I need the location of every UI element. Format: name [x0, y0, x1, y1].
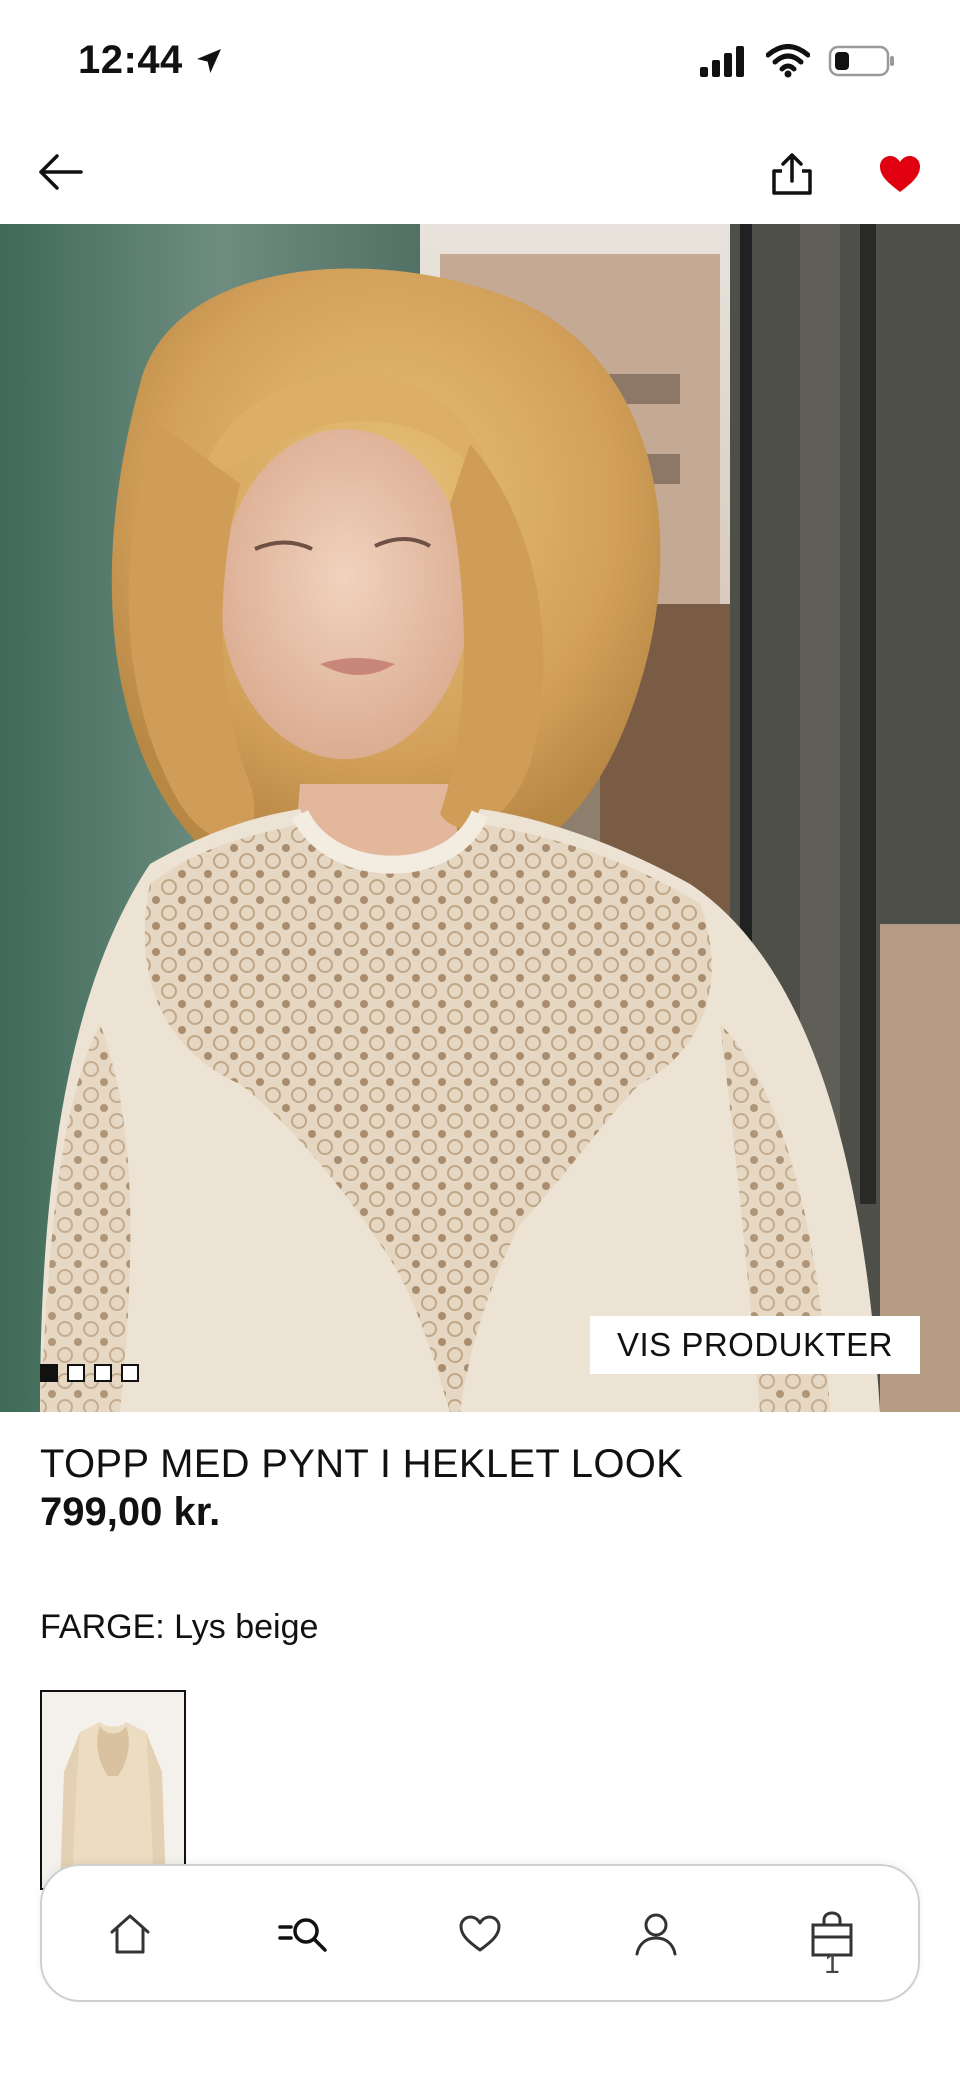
- color-swatch-thumbnail[interactable]: [40, 1690, 186, 1890]
- cart-count-badge: 1: [824, 1948, 840, 1979]
- clock-text: 12:44: [78, 38, 183, 82]
- show-products-button[interactable]: VIS PRODUKTER: [590, 1316, 920, 1374]
- product-photo: [0, 224, 960, 1412]
- tab-home[interactable]: [92, 1896, 168, 1972]
- home-icon: [110, 1914, 150, 1954]
- status-time: 12:44: [78, 38, 225, 83]
- gallery-pagination: [40, 1364, 139, 1382]
- product-title: TOPP MED PYNT I HEKLET LOOK: [40, 1442, 684, 1486]
- color-label: FARGE: Lys beige: [40, 1608, 319, 1646]
- share-button[interactable]: [760, 142, 824, 206]
- tab-account[interactable]: [618, 1896, 694, 1972]
- status-indicators: [698, 44, 896, 78]
- heart-filled-icon: [880, 156, 920, 192]
- product-price: 799,00 kr.: [40, 1490, 221, 1534]
- status-bar: 12:44: [0, 0, 960, 120]
- product-image-gallery[interactable]: [0, 224, 960, 1412]
- tab-favorites[interactable]: [442, 1896, 518, 1972]
- gallery-dot[interactable]: [121, 1364, 139, 1382]
- share-icon: [772, 153, 812, 195]
- gallery-dot[interactable]: [67, 1364, 85, 1382]
- search-menu-icon: [278, 1918, 327, 1952]
- heart-outline-icon: [459, 1915, 501, 1952]
- cellular-signal-icon: [700, 46, 744, 77]
- battery-icon: [828, 45, 894, 77]
- arrow-left-icon: [39, 154, 83, 190]
- tab-cart[interactable]: 1: [794, 1896, 870, 1979]
- back-button[interactable]: [30, 142, 90, 202]
- gallery-dot[interactable]: [40, 1364, 58, 1382]
- gallery-dot[interactable]: [94, 1364, 112, 1382]
- top-nav-bar: [0, 120, 960, 224]
- tab-search[interactable]: [268, 1896, 344, 1972]
- location-arrow-icon: [196, 48, 221, 73]
- wifi-icon: [766, 44, 810, 78]
- user-icon: [635, 1913, 677, 1956]
- favorite-button[interactable]: [868, 142, 932, 206]
- bottom-tab-bar: 1: [40, 1864, 920, 2002]
- product-thumbnail-image: [42, 1692, 184, 1888]
